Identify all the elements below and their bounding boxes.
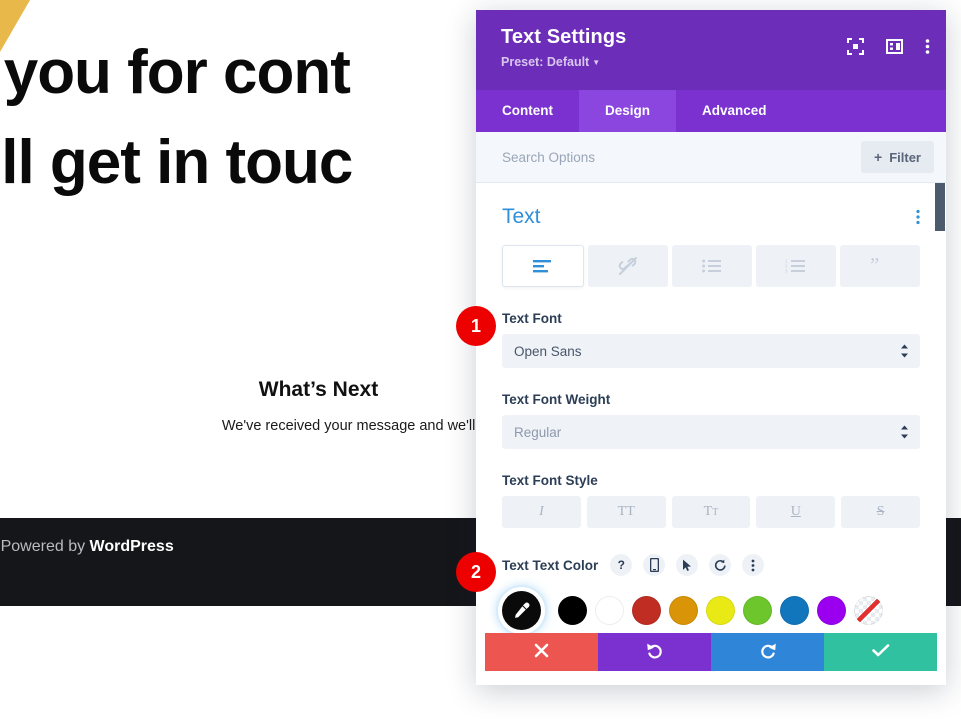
fullscreen-icon[interactable] [847,38,864,55]
swatch-dark-red[interactable] [632,596,661,625]
modal-action-bar [485,633,937,671]
chevron-down-icon: ▼ [592,58,601,68]
select-arrows-icon [900,344,909,359]
undo-button[interactable] [598,633,711,671]
text-font-weight-label: Text Font Weight [502,392,611,407]
underline-button[interactable]: U [756,496,836,528]
preset-selector[interactable]: Preset: Default ▼ [501,55,600,69]
modal-body: Text 1 2 3 ” Text Font Open Sans Text Fo… [476,183,946,633]
tab-design[interactable]: Design [579,90,677,132]
help-icon[interactable]: ? [610,554,633,576]
header-icon-group [847,38,930,55]
hover-cursor-icon[interactable] [676,554,699,576]
text-font-weight-value: Regular [514,424,562,440]
annotation-badge-1: 1 [456,306,496,346]
preset-label: Preset: Default [501,55,590,69]
modal-header: Text Settings Preset: Default ▼ [476,10,946,90]
layout-panel-icon[interactable] [886,38,903,55]
redo-button[interactable] [711,633,824,671]
no-link-icon[interactable] [588,245,668,287]
color-swatch-row [502,591,920,630]
text-style-toggle-group: 1 2 3 ” [502,245,920,287]
save-button[interactable] [824,633,937,671]
swatch-green[interactable] [743,596,772,625]
vertical-dots-icon[interactable] [916,209,920,225]
swatch-black[interactable] [558,596,587,625]
blockquote-icon[interactable]: ” [840,245,920,287]
footer-credit-prefix: | Powered by [0,538,90,555]
hero-line-1: k you for cont [0,38,351,107]
modal-tabs: Content Design Advanced [476,90,946,132]
check-icon [871,643,890,661]
svg-text:”: ” [870,258,879,274]
text-font-label: Text Font [502,311,562,326]
italic-glyph: I [539,504,544,519]
svg-text:3: 3 [785,269,788,273]
select-arrows-icon [900,425,909,440]
bulleted-list-icon[interactable] [672,245,752,287]
swatch-orange[interactable] [669,596,698,625]
strikethrough-glyph: S [876,504,885,519]
tab-content[interactable]: Content [476,90,579,132]
close-icon [534,643,549,661]
more-options-icon[interactable] [925,38,930,55]
text-section-header: Text [502,183,920,239]
annotation-badge-2: 2 [456,552,496,592]
text-color-label: Text Text Color [502,557,599,573]
help-glyph: ? [617,558,625,572]
smallcaps-glyph-small: T [712,506,719,518]
panel-scrollbar-thumb[interactable] [935,183,945,231]
numbered-list-icon[interactable]: 1 2 3 [756,245,836,287]
smallcaps-glyph: T [703,504,713,519]
screen: k you for cont e'll get in touc What’s N… [0,0,961,719]
plus-icon: + [874,149,883,165]
text-font-weight-select[interactable]: Regular [502,415,920,449]
reset-icon[interactable] [709,554,732,576]
text-font-select[interactable]: Open Sans [502,334,920,368]
text-color-label-row: Text Text Color ? [502,554,920,576]
panel-scrollbar-track[interactable] [935,183,946,633]
section-title: Text [502,205,541,228]
footer-credit-brand: WordPress [89,538,174,555]
swatch-purple[interactable] [817,596,846,625]
strikethrough-button[interactable]: S [841,496,920,528]
italic-button[interactable]: I [502,496,581,528]
swatch-white[interactable] [595,596,624,625]
swatch-blue[interactable] [780,596,809,625]
underline-glyph: U [790,504,801,519]
uppercase-glyph: TT [617,504,635,519]
font-style-button-group: I TT TT U S [502,496,920,528]
filter-label: Filter [889,149,921,165]
cancel-button[interactable] [485,633,598,671]
smallcaps-button[interactable]: TT [671,496,751,528]
swatch-transparent[interactable] [854,596,883,625]
tab-advanced[interactable]: Advanced [676,90,793,132]
text-settings-modal: Text Settings Preset: Default ▼ Content … [476,10,946,685]
redo-icon [759,642,777,663]
footer-credit: | Powered by WordPress [0,538,174,556]
uppercase-button[interactable]: TT [586,496,666,528]
filter-button[interactable]: + Filter [861,141,934,173]
text-font-value: Open Sans [514,343,582,359]
search-bar: + Filter [476,132,946,183]
eyedropper-picker[interactable] [502,591,541,630]
text-align-icon[interactable] [502,245,584,287]
text-font-style-label: Text Font Style [502,473,598,488]
undo-icon [646,642,664,663]
search-input[interactable] [502,149,802,165]
more-options-icon[interactable] [742,554,765,576]
swatch-yellow[interactable] [706,596,735,625]
responsive-mobile-icon[interactable] [643,554,666,576]
